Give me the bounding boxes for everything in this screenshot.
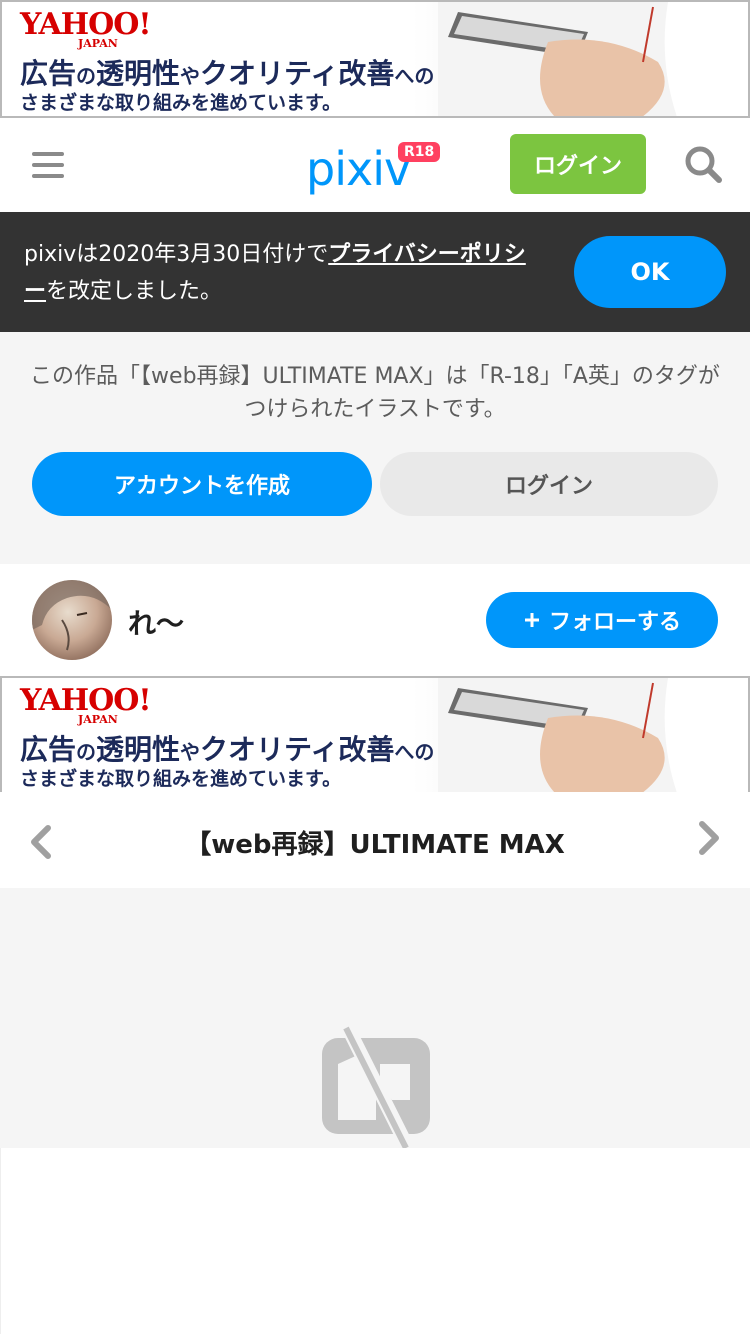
ad-banner-middle[interactable]: YAHOO! JAPAN 広告の透明性やクオリティ改善への さまざまな取り組みを… — [0, 676, 750, 794]
restricted-content-gate: この作品「【web再録】ULTIMATE MAX」は「R-18」「A英」のタグが… — [0, 332, 750, 564]
ad-headline: 広告の透明性やクオリティ改善への — [20, 728, 434, 768]
ad-subline: さまざまな取り組みを進めています。 — [20, 768, 342, 790]
chevron-right-icon[interactable] — [694, 818, 724, 858]
pixiv-logo-text: pixiv — [306, 142, 411, 196]
ad-headline-part: の — [76, 740, 97, 764]
plus-icon — [524, 613, 539, 627]
ad-headline-part: や — [180, 64, 201, 88]
chevron-left-icon[interactable] — [26, 822, 56, 862]
create-account-button[interactable]: アカウントを作成 — [32, 452, 372, 516]
privacy-notice-bar: pixivは2020年3月30日付けでプライバシーポリシーを改定しました。 OK — [0, 212, 750, 332]
artwork-image-area — [0, 888, 750, 1148]
ad-headline-part: への — [394, 740, 435, 764]
gate-login-button[interactable]: ログイン — [380, 452, 718, 516]
notice-ok-button[interactable]: OK — [574, 236, 726, 308]
follow-button[interactable]: フォローする — [486, 592, 718, 648]
notice-text-before: pixivは2020年3月30日付けで — [24, 242, 329, 267]
ad-headline-part: への — [394, 64, 435, 88]
header-login-button[interactable]: ログイン — [510, 134, 646, 194]
page-bottom-area — [0, 1148, 750, 1334]
ad-banner-top[interactable]: YAHOO! JAPAN 広告の透明性やクオリティ改善への さまざまな取り組みを… — [0, 0, 750, 118]
ad-headline-part: クオリティ改善 — [200, 733, 395, 766]
search-icon[interactable] — [683, 144, 723, 184]
ad-headline-part: や — [180, 740, 201, 764]
ad-hand-tablet-image — [438, 2, 748, 116]
notice-text-after: を改定しました。 — [46, 279, 223, 304]
avatar-illustration — [32, 580, 112, 651]
author-avatar[interactable] — [32, 580, 112, 660]
ad-headline-part: 広告 — [20, 733, 77, 766]
ad-hand-tablet-image — [438, 678, 748, 792]
follow-button-label: フォローする — [548, 610, 681, 635]
pixiv-logo[interactable]: pixiv R18 — [306, 138, 446, 198]
work-title: 【web再録】ULTIMATE MAX — [185, 830, 565, 860]
ad-headline: 広告の透明性やクオリティ改善への — [20, 52, 434, 92]
author-name[interactable]: れ〜 — [128, 602, 184, 642]
author-row: れ〜 フォローする — [0, 564, 750, 676]
hamburger-menu-icon[interactable] — [32, 152, 64, 178]
ad-headline-part: 透明性 — [96, 57, 181, 90]
privacy-notice-text: pixivは2020年3月30日付けでプライバシーポリシーを改定しました。 — [24, 236, 544, 310]
yahoo-logo: YAHOO! JAPAN — [20, 686, 152, 726]
yahoo-logo: YAHOO! JAPAN — [20, 10, 152, 50]
ad-headline-part: の — [76, 64, 97, 88]
ad-headline-part: 透明性 — [96, 733, 181, 766]
ad-subline: さまざまな取り組みを進めています。 — [20, 92, 342, 114]
site-header: pixiv R18 ログイン — [0, 118, 750, 212]
ad-headline-part: クオリティ改善 — [200, 57, 395, 90]
gate-message: この作品「【web再録】ULTIMATE MAX」は「R-18」「A英」のタグが… — [30, 364, 720, 422]
r18-badge: R18 — [398, 142, 441, 162]
hidden-image-icon — [322, 1024, 430, 1148]
work-title-nav: 【web再録】ULTIMATE MAX — [0, 792, 750, 888]
ad-headline-part: 広告 — [20, 57, 77, 90]
